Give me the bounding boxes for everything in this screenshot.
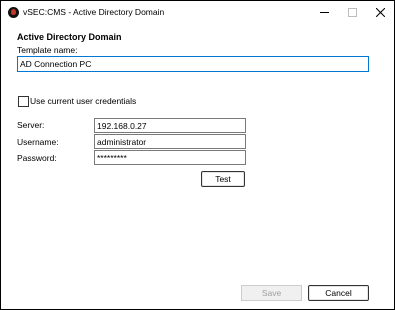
server-label: Server: (17, 120, 45, 130)
minimize-icon (319, 12, 329, 13)
username-input[interactable] (94, 134, 246, 149)
maximize-button (338, 1, 366, 24)
dialog-window: vSEC:CMS - Active Directory Domain Activ… (0, 0, 395, 310)
use-credentials-checkbox[interactable] (18, 96, 29, 107)
server-input[interactable] (94, 118, 246, 133)
dialog-heading: Active Directory Domain (17, 32, 122, 42)
close-icon (375, 8, 385, 17)
cancel-button[interactable]: Cancel (308, 285, 369, 301)
username-label: Username: (17, 137, 59, 147)
password-input[interactable] (94, 150, 246, 165)
maximize-icon (347, 8, 357, 17)
close-button[interactable] (366, 1, 394, 24)
title-bar[interactable]: vSEC:CMS - Active Directory Domain (1, 1, 394, 24)
vsec-app-icon (8, 7, 19, 18)
window-title: vSEC:CMS - Active Directory Domain (23, 7, 165, 17)
template-name-input[interactable] (17, 56, 369, 72)
use-credentials-label[interactable]: Use current user credentials (30, 96, 136, 106)
save-button[interactable]: Save (241, 285, 302, 301)
password-label: Password: (17, 153, 57, 163)
template-name-label: Template name: (17, 45, 78, 55)
minimize-button[interactable] (310, 1, 338, 24)
test-button[interactable]: Test (201, 171, 245, 187)
